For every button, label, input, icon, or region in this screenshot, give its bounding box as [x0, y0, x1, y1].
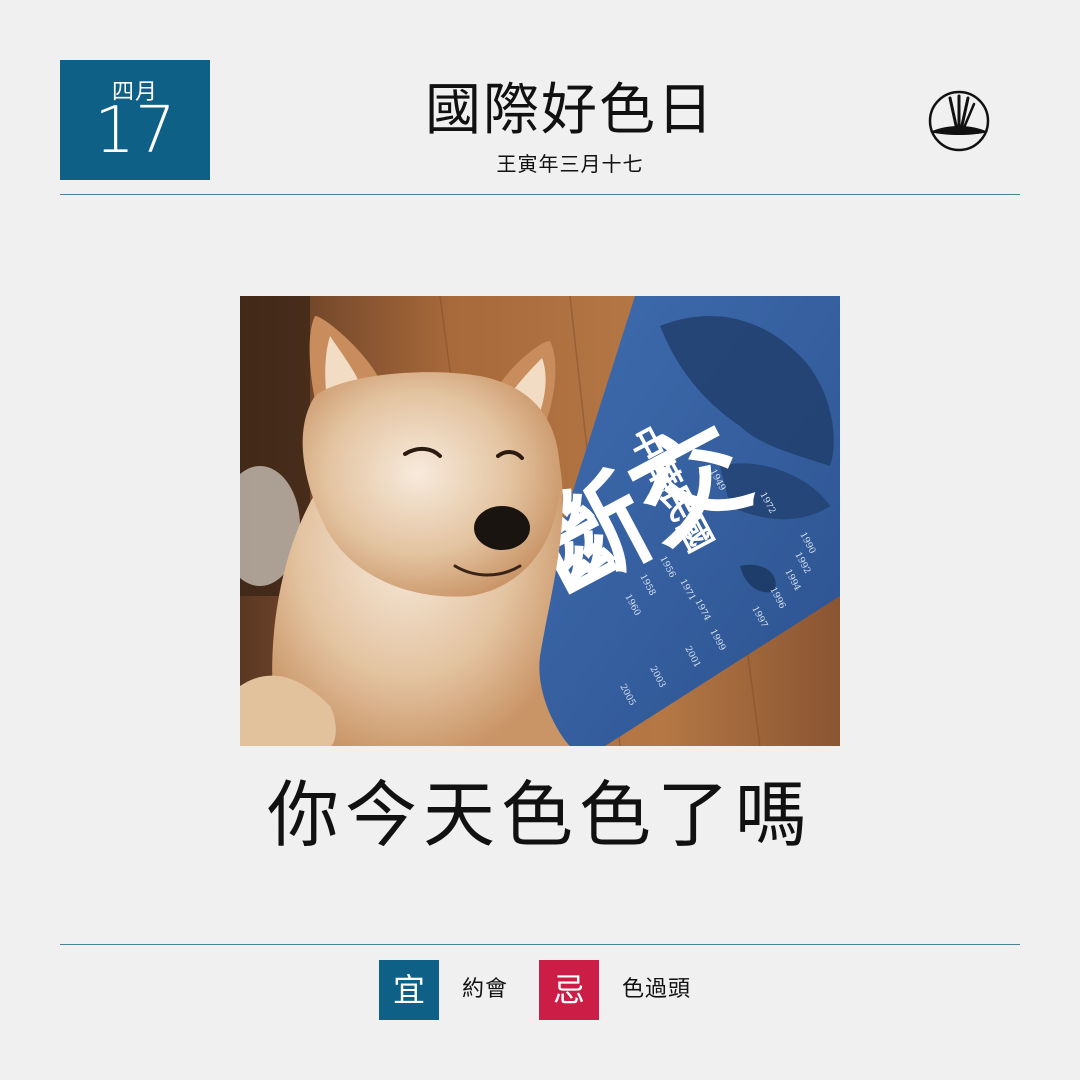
lunar-date: 王寅年三月十七 — [496, 152, 644, 176]
ji-text: 色過頭 — [622, 977, 692, 1002]
yi-badge: 宜 — [379, 960, 439, 1020]
date-day: 17 — [94, 94, 176, 168]
header-divider — [60, 194, 1020, 195]
shiba-dog-photo: 斷交 中華民國 1949 1972 1990 1992 1994 1996 1997 1999… — [240, 296, 840, 746]
date-badge: 四月 17 — [60, 60, 210, 180]
yi-text: 約會 — [462, 977, 509, 1002]
page-title: 國際好色日 — [425, 78, 715, 143]
brush-circle-logo-icon — [926, 88, 992, 154]
caption: 你今天色色了嗎 — [266, 773, 813, 857]
footer-divider — [60, 944, 1020, 945]
ji-badge: 忌 — [539, 960, 599, 1020]
